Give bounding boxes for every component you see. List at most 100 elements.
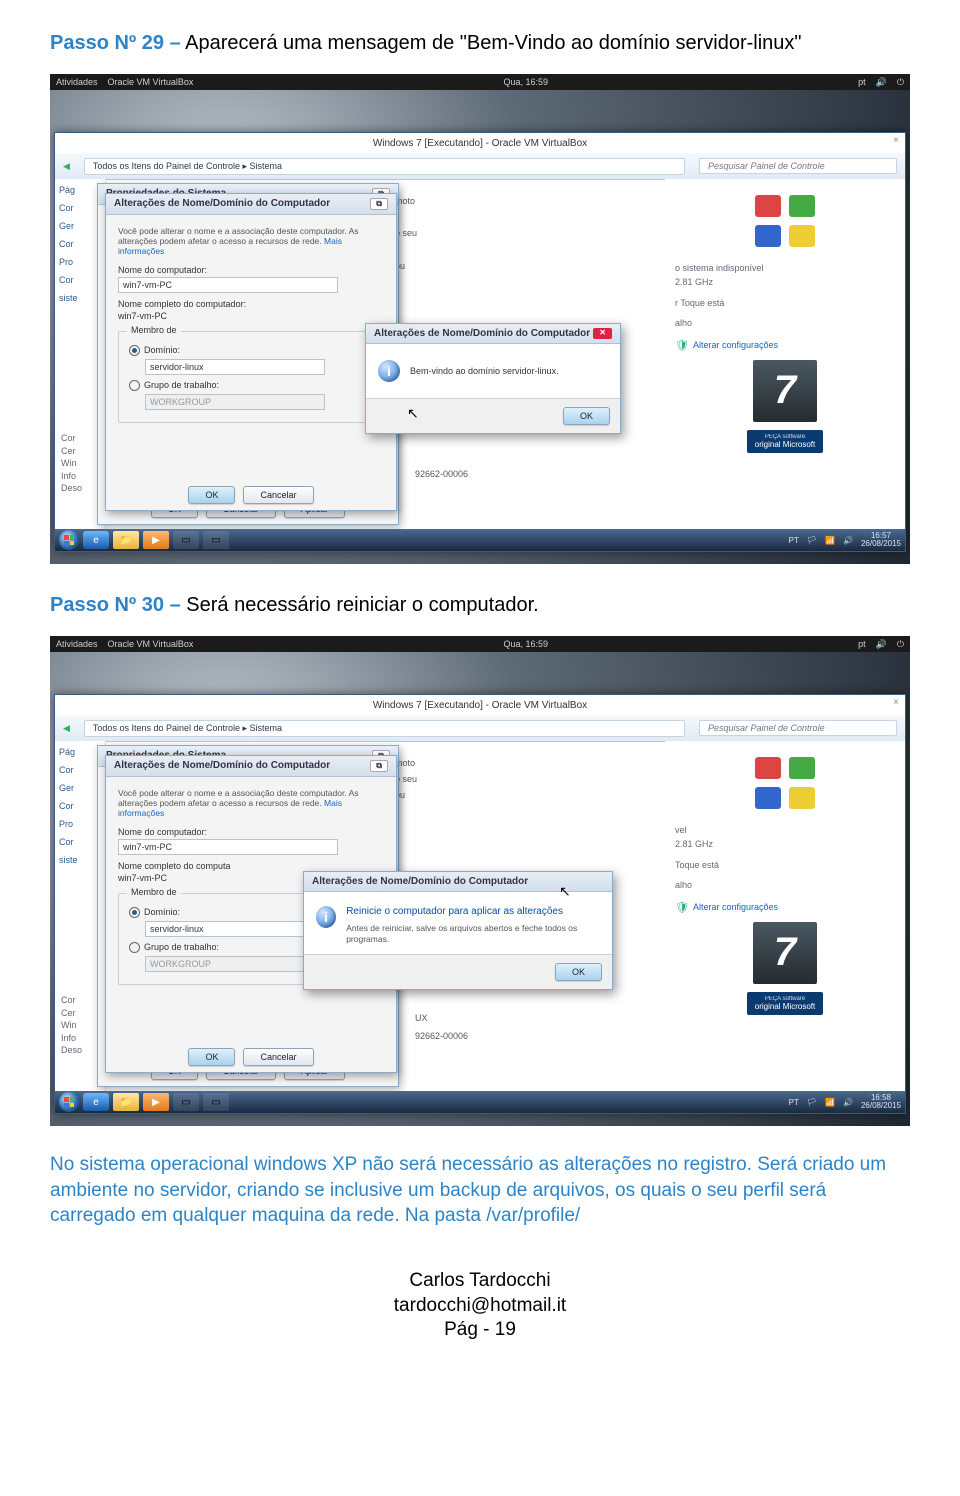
cpu-ghz: 2.81 GHz: [675, 275, 895, 289]
namechange-cancel-button[interactable]: Cancelar: [243, 486, 313, 504]
activities-label[interactable]: Atividades: [56, 639, 98, 649]
frag-alho: alho: [675, 878, 895, 892]
left-item[interactable]: Ger: [59, 783, 101, 793]
change-settings-link[interactable]: Alterar configurações: [693, 902, 778, 912]
power-icon[interactable]: ⏻: [897, 639, 904, 650]
frag-touch: r Toque está: [675, 296, 895, 310]
search-input[interactable]: Pesquisar Painel de Controle: [699, 720, 897, 736]
back-icon[interactable]: ◀: [63, 723, 70, 734]
breadcrumb[interactable]: Todos os Itens do Painel de Controle ▸ S…: [84, 720, 685, 737]
frag-vel: vel: [675, 823, 895, 837]
left-item[interactable]: Pro: [59, 257, 101, 267]
shield-icon: 🛡: [675, 339, 689, 352]
activities-label[interactable]: Atividades: [56, 77, 98, 87]
app-title[interactable]: Oracle VM VirtualBox: [108, 77, 194, 87]
tray-clock[interactable]: 16:58 26/08/2015: [861, 1094, 901, 1111]
left-item[interactable]: Cor: [59, 801, 101, 811]
left-item[interactable]: Cor: [59, 837, 101, 847]
taskbar-item[interactable]: ▭: [173, 531, 199, 549]
workgroup-radio[interactable]: Grupo de trabalho:: [129, 380, 373, 391]
close-icon[interactable]: ⧉: [370, 760, 388, 772]
left-item[interactable]: Pág: [59, 747, 101, 757]
tray-lang[interactable]: PT: [789, 1098, 799, 1107]
breadcrumb[interactable]: Todos os Itens do Painel de Controle ▸ S…: [84, 158, 685, 175]
product-id: 92662-00006: [415, 469, 468, 479]
sys-info: vel 2.81 GHz Toque está alho: [675, 823, 895, 893]
tray-volume-icon[interactable]: 🔊: [843, 1098, 853, 1107]
info-icon: i: [378, 360, 400, 382]
left-item[interactable]: siste: [59, 855, 101, 865]
explorer-icon[interactable]: 📁: [113, 531, 139, 549]
ie-icon[interactable]: e: [83, 531, 109, 549]
control-panel-body: ◀ Todos os Itens do Painel de Controle ▸…: [55, 153, 905, 529]
vb-close-icon[interactable]: ×: [893, 135, 899, 146]
close-icon[interactable]: ✕: [593, 328, 612, 339]
tray-network-icon[interactable]: 📶: [825, 536, 835, 545]
explorer-icon[interactable]: 📁: [113, 1093, 139, 1111]
taskbar-item[interactable]: ▭: [173, 1093, 199, 1111]
left-item[interactable]: Cor: [59, 765, 101, 775]
change-settings-link[interactable]: Alterar configurações: [693, 340, 778, 350]
info-rows: Cor Cer Win Info Deso: [61, 994, 82, 1057]
vb-close-icon[interactable]: ×: [893, 697, 899, 708]
volume-icon[interactable]: 🔊: [876, 639, 887, 650]
domain-field[interactable]: servidor-linux: [145, 921, 325, 937]
screenshot-step-30: Atividades Oracle VM VirtualBox Qua, 16:…: [50, 636, 910, 1126]
tray-lang[interactable]: PT: [789, 536, 799, 545]
left-item[interactable]: Cor: [59, 203, 101, 213]
search-input[interactable]: Pesquisar Painel de Controle: [699, 158, 897, 174]
computer-name-field[interactable]: win7-vm-PC: [118, 839, 338, 855]
modal-ok-button[interactable]: OK: [563, 407, 610, 425]
virtualbox-title-text: Windows 7 [Executando] - Oracle VM Virtu…: [373, 138, 587, 149]
ie-icon[interactable]: e: [83, 1093, 109, 1111]
virtualbox-title: Windows 7 [Executando] - Oracle VM Virtu…: [55, 695, 905, 716]
start-button[interactable]: [59, 530, 79, 550]
namechange-ok-button[interactable]: OK: [188, 486, 235, 504]
close-icon[interactable]: ⧉: [370, 198, 388, 210]
namechange-ok-button[interactable]: OK: [188, 1048, 235, 1066]
start-button[interactable]: [59, 1092, 79, 1112]
media-player-icon[interactable]: ▶: [143, 531, 169, 549]
namechange-cancel-button[interactable]: Cancelar: [243, 1048, 313, 1066]
restart-headline: Reinicie o computador para aplicar as al…: [346, 906, 600, 917]
genuine-badge: PEÇA software original Microsoft: [747, 992, 823, 1015]
restart-ok-button[interactable]: OK: [555, 963, 602, 981]
workgroup-radio-label: Grupo de trabalho:: [144, 942, 219, 952]
namechange-desc: Você pode alterar o nome e a associação …: [118, 788, 384, 819]
info-icon: i: [316, 906, 336, 928]
tray-volume-icon[interactable]: 🔊: [843, 536, 853, 545]
domain-field[interactable]: servidor-linux: [145, 359, 325, 375]
app-title[interactable]: Oracle VM VirtualBox: [108, 639, 194, 649]
back-icon[interactable]: ◀: [63, 161, 70, 172]
tray-flag-icon[interactable]: 🏳: [807, 536, 817, 545]
workgroup-radio-label: Grupo de trabalho:: [144, 380, 219, 390]
sys-info: o sistema indisponível 2.81 GHz r Toque …: [675, 261, 895, 331]
tray-flag-icon[interactable]: 🏳: [807, 1098, 817, 1107]
restart-subtext: Antes de reiniciar, salve os arquivos ab…: [346, 923, 600, 944]
topbar-clock: Qua, 16:59: [504, 77, 549, 87]
topbar-lang[interactable]: pt: [858, 639, 866, 649]
welcome-modal: Alterações de Nome/Domínio do Computador…: [365, 323, 621, 434]
windows-logo-icon: [755, 757, 815, 809]
tray-clock[interactable]: 16:57 26/08/2015: [861, 532, 901, 549]
computer-name-field[interactable]: win7-vm-PC: [118, 277, 338, 293]
topbar-lang[interactable]: pt: [858, 77, 866, 87]
media-player-icon[interactable]: ▶: [143, 1093, 169, 1111]
volume-icon[interactable]: 🔊: [876, 77, 887, 88]
info-rows: Cor Cer Win Info Deso: [61, 432, 82, 495]
left-item[interactable]: Pág: [59, 185, 101, 195]
left-item[interactable]: Cor: [59, 275, 101, 285]
left-item[interactable]: Cor: [59, 239, 101, 249]
taskbar-item[interactable]: ▭: [203, 1093, 229, 1111]
power-icon[interactable]: ⏻: [897, 77, 904, 88]
domain-radio[interactable]: Domínio:: [129, 345, 373, 356]
restart-modal: Alterações de Nome/Domínio do Computador…: [303, 871, 613, 990]
full-name-label-short: Nome completo do computa: [118, 861, 384, 871]
tray-network-icon[interactable]: 📶: [825, 1098, 835, 1107]
left-item[interactable]: Pro: [59, 819, 101, 829]
step-30-text: Será necessário reiniciar o computador.: [186, 594, 538, 616]
left-item[interactable]: Ger: [59, 221, 101, 231]
taskbar-item[interactable]: ▭: [203, 531, 229, 549]
left-item[interactable]: siste: [59, 293, 101, 303]
frag-touch: Toque está: [675, 858, 895, 872]
